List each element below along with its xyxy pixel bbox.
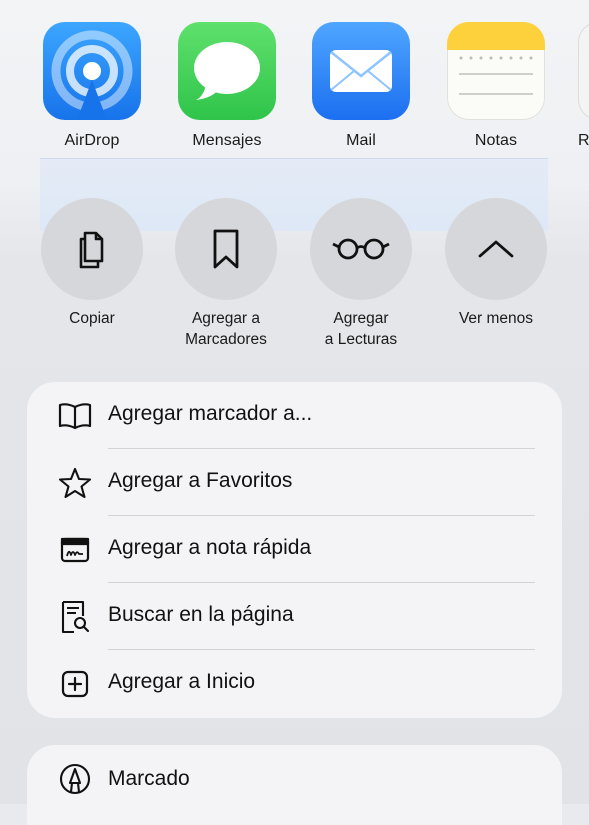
- action-reading-list[interactable]: Agregar a Lecturas: [296, 198, 426, 350]
- menu-item-add-to-quick-note[interactable]: Agregar a nota rápida: [27, 516, 562, 583]
- menu-item-find-in-page[interactable]: Buscar en la página: [27, 583, 562, 650]
- app-label: R: [578, 132, 589, 149]
- copy-icon: [41, 198, 143, 300]
- action-add-bookmark[interactable]: Agregar a Marcadores: [161, 198, 291, 350]
- menu-item-markup[interactable]: Marcado: [27, 745, 562, 812]
- menu-item-add-bookmark-to[interactable]: Agregar marcador a...: [27, 382, 562, 449]
- action-see-less[interactable]: Ver menos: [431, 198, 561, 329]
- chevron-up-icon: [445, 198, 547, 300]
- menu-item-add-to-favorites[interactable]: Agregar a Favoritos: [27, 449, 562, 516]
- menu-item-label: Buscar en la página: [108, 603, 294, 626]
- app-mail[interactable]: Mail: [311, 22, 411, 150]
- action-label: Agregar a Lecturas: [324, 310, 398, 348]
- notes-icon: [447, 22, 545, 120]
- action-label: Ver menos: [458, 310, 534, 327]
- app-icon: [578, 22, 589, 120]
- markup-pen-icon: [58, 762, 92, 796]
- share-sheet: AirDrop Mensajes Mail Notas R Copiar Agr…: [0, 0, 589, 825]
- messages-icon: [178, 22, 276, 120]
- menu-item-label: Agregar a nota rápida: [108, 536, 312, 559]
- menu-item-label: Marcado: [108, 767, 190, 790]
- app-notes[interactable]: Notas: [446, 22, 546, 150]
- app-label: Mensajes: [192, 132, 262, 149]
- menu-item-label: Agregar marcador a...: [108, 402, 313, 425]
- star-icon: [58, 466, 92, 500]
- app-messages[interactable]: Mensajes: [177, 22, 277, 150]
- app-label: AirDrop: [64, 132, 120, 149]
- mail-icon: [312, 22, 410, 120]
- menu-item-label: Agregar a Favoritos: [108, 469, 293, 492]
- app-label: Notas: [474, 132, 518, 149]
- app-label: Mail: [346, 132, 376, 149]
- menu-item-add-to-home[interactable]: Agregar a Inicio: [27, 650, 562, 717]
- menu-item-label: Agregar a Inicio: [108, 670, 256, 693]
- add-square-icon: [58, 667, 92, 701]
- airdrop-icon: [43, 22, 141, 120]
- app-partial[interactable]: R: [578, 22, 589, 150]
- book-icon: [58, 399, 92, 433]
- bookmark-icon: [175, 198, 277, 300]
- glasses-icon: [310, 198, 412, 300]
- action-label: Agregar a Marcadores: [185, 310, 267, 348]
- action-label: Copiar: [69, 310, 115, 327]
- action-menu-list: Agregar marcador a... Agregar a Favorito…: [27, 382, 562, 718]
- action-copy[interactable]: Copiar: [27, 198, 157, 329]
- quick-note-icon: [58, 533, 92, 567]
- find-in-page-icon: [58, 600, 92, 634]
- app-airdrop[interactable]: AirDrop: [42, 22, 142, 150]
- bottom-menu-list: Marcado: [27, 745, 562, 825]
